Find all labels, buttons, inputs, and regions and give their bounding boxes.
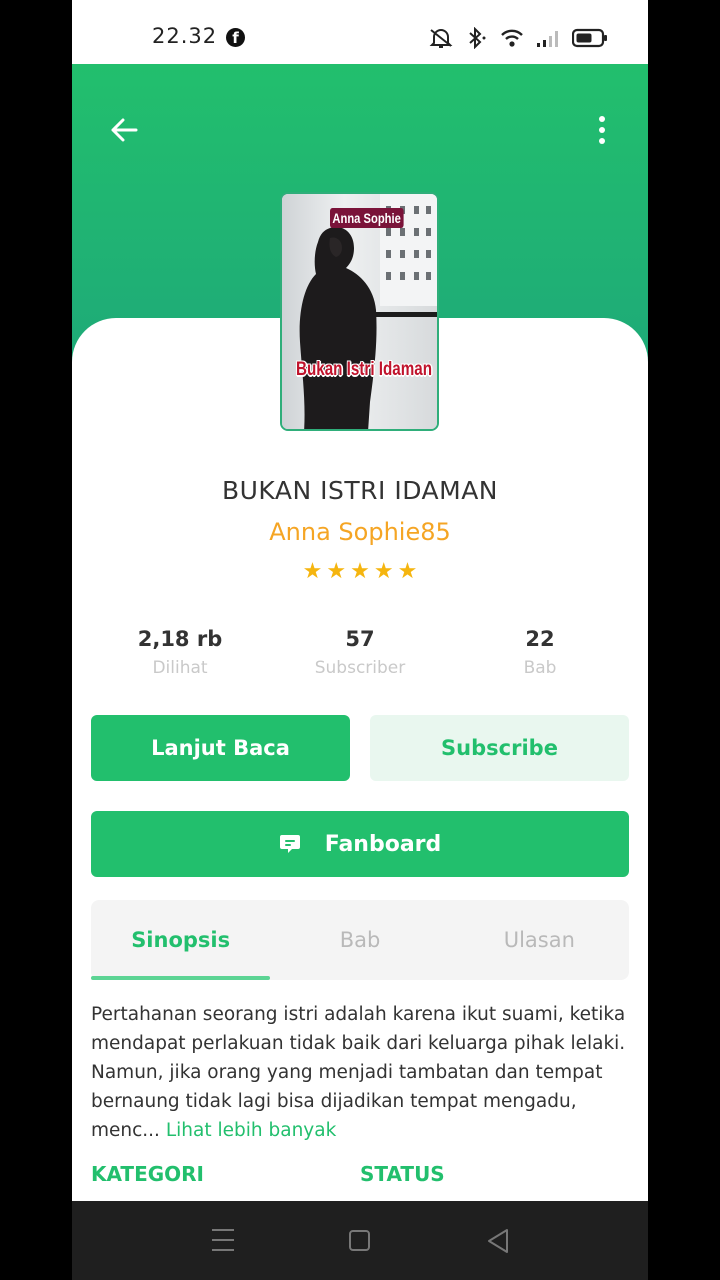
system-nav-bar	[72, 1201, 648, 1280]
fanboard-button[interactable]: Fanboard	[91, 811, 629, 877]
status-time: 22.32	[152, 24, 218, 48]
battery-icon	[572, 28, 607, 48]
signal-icon	[537, 31, 558, 47]
stat-value: 22	[525, 627, 555, 651]
tab-bab[interactable]: Bab	[270, 900, 449, 980]
stat-label: Bab	[523, 658, 557, 678]
status-label: STATUS	[360, 1162, 445, 1186]
stat-views: 2,18 rb Dilihat	[90, 624, 270, 678]
star-icon: ★	[350, 559, 370, 584]
continue-reading-button[interactable]: Lanjut Baca	[91, 715, 350, 781]
book-stats: 2,18 rb Dilihat 57 Subscriber 22 Bab	[90, 624, 630, 678]
back-button[interactable]	[106, 112, 142, 148]
star-icon: ★	[302, 559, 323, 584]
subscribe-button[interactable]: Subscribe	[370, 715, 629, 781]
home-icon[interactable]	[349, 1230, 370, 1251]
mute-icon	[429, 29, 453, 48]
fanboard-label: Fanboard	[324, 831, 442, 857]
status-bar: 22.32 f	[72, 0, 648, 64]
stat-chapters: 22 Bab	[450, 624, 630, 678]
star-icon: ★	[397, 559, 418, 584]
book-title: BUKAN ISTRI IDAMAN	[221, 476, 499, 505]
tab-ulasan[interactable]: Ulasan	[450, 900, 629, 980]
bluetooth-icon	[469, 27, 486, 49]
book-author[interactable]: Anna Sophie85	[72, 518, 648, 546]
book-meta: KATEGORI STATUS	[91, 1162, 631, 1186]
chat-bubble-icon	[279, 835, 300, 853]
cover-title-text: Bukan Istri Idaman	[296, 359, 432, 380]
more-options-button[interactable]	[590, 112, 614, 148]
cover-figure	[299, 227, 377, 429]
status-icons	[428, 26, 608, 50]
menu-icon[interactable]	[212, 1229, 234, 1251]
stat-subscribers: 57 Subscriber	[270, 624, 450, 678]
see-more-link[interactable]: Lihat lebih banyak	[166, 1120, 336, 1141]
stat-label: Dilihat	[152, 658, 208, 678]
screen: 22.32 f Anna Sophie Bukan Istri Idaman B…	[0, 0, 720, 1280]
facebook-icon: f	[226, 28, 245, 47]
synopsis: Pertahanan seorang istri adalah karena i…	[91, 1000, 631, 1145]
book-cover[interactable]: Anna Sophie Bukan Istri Idaman	[280, 192, 439, 431]
stat-value: 57	[345, 627, 375, 651]
star-icon: ★	[326, 559, 347, 584]
more-vertical-icon	[599, 116, 605, 122]
category-label: KATEGORI	[91, 1162, 204, 1186]
detail-tabs: Sinopsis Bab Ulasan	[91, 900, 629, 980]
arrow-left-icon	[111, 118, 138, 142]
stat-label: Subscriber	[314, 658, 406, 678]
stat-value: 2,18 rb	[137, 627, 223, 651]
cover-author-text: Anna Sophie	[330, 208, 404, 228]
rating-stars: ★ ★ ★ ★ ★	[72, 560, 648, 584]
wifi-icon	[501, 29, 523, 47]
back-triangle-icon[interactable]	[486, 1228, 510, 1254]
tab-sinopsis[interactable]: Sinopsis	[91, 900, 271, 980]
app-screen: 22.32 f Anna Sophie Bukan Istri Idaman B…	[72, 0, 648, 1280]
star-icon: ★	[373, 559, 394, 584]
